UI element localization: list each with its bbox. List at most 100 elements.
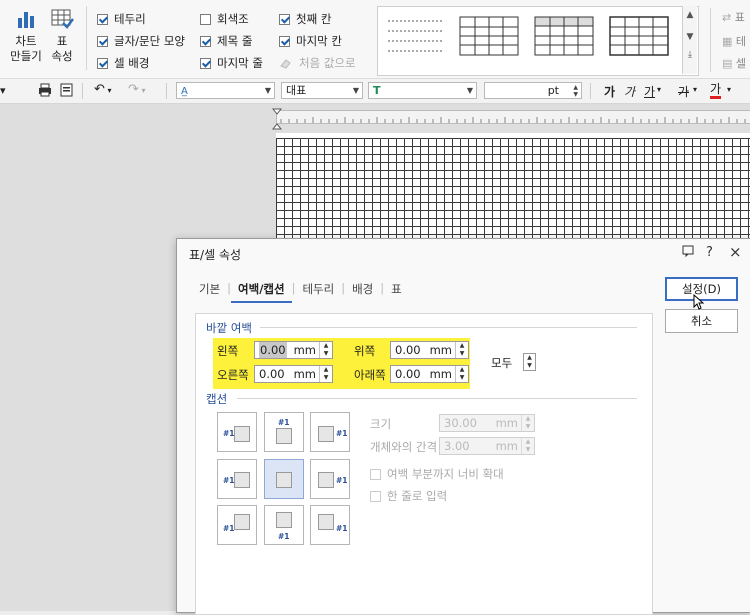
caption-pos-right[interactable]: #1	[310, 459, 350, 499]
caption-gap-input[interactable]: 3.00 mm ▲ ▼	[439, 437, 535, 455]
right-margin-input[interactable]: 0.00 mm ▲ ▼	[254, 365, 333, 383]
cell-background-checkbox[interactable]: 셀 배경	[97, 55, 149, 71]
caption-pos-top-right[interactable]: #1	[310, 412, 350, 452]
table-grid[interactable]	[276, 138, 750, 243]
spin-arrows-icon[interactable]: ▲ ▼	[455, 366, 468, 382]
table-props-button[interactable]: 표 속성	[48, 8, 76, 64]
top-margin-input[interactable]: 0.00 mm ▲ ▼	[390, 341, 469, 359]
caption-pos-box	[318, 426, 334, 442]
caption-pos-bottom-right[interactable]: #1	[310, 505, 350, 545]
bottom-margin-input[interactable]: 0.00 mm ▲ ▼	[390, 365, 469, 383]
ribbon-right-label: 셀	[735, 57, 747, 70]
checkbox-label: 글자/문단 모양	[114, 34, 186, 48]
font-face-select[interactable]: T ▼	[368, 82, 477, 99]
font-type-icon: T	[373, 84, 381, 97]
ribbon-divider	[710, 8, 711, 72]
checkbox-box	[370, 490, 381, 502]
checkbox-box	[370, 468, 381, 480]
last-row-checkbox[interactable]: 마지막 줄	[200, 55, 263, 71]
caption-pos-box	[318, 472, 334, 488]
toolbar-divider	[590, 83, 591, 99]
spin-arrows-icon[interactable]: ▲ ▼	[524, 354, 535, 370]
font-size-unit: pt	[547, 84, 559, 97]
ribbon-right-item-1[interactable]: ▦ 테	[722, 33, 746, 49]
spin-icon[interactable]: ▲ ▼	[573, 84, 578, 98]
first-col-checkbox[interactable]: 첫째 칸	[279, 11, 331, 27]
table-style-bold[interactable]	[608, 15, 670, 57]
caption-expand-checkbox[interactable]: 여백 부분까지 너비 확대	[370, 466, 504, 482]
chevron-down-icon[interactable]: ▾	[693, 85, 697, 94]
caption-pos-bottom-left[interactable]: #1	[217, 505, 257, 545]
chevron-down-icon[interactable]: ▾	[727, 85, 731, 94]
checkbox-label: 셀 배경	[114, 56, 150, 70]
gallery-more-icon[interactable]: ⤓	[683, 50, 697, 60]
indent-marker-icon[interactable]	[271, 108, 283, 133]
underline-button[interactable]: 가	[644, 83, 655, 100]
last-col-checkbox[interactable]: 마지막 칸	[279, 33, 342, 49]
caption-oneline-checkbox[interactable]: 한 줄로 입력	[370, 488, 447, 504]
font-color-button[interactable]: 가	[710, 82, 722, 99]
tab-background[interactable]: 배경	[345, 281, 380, 303]
left-margin-input[interactable]: 0.00 mm ▲ ▼	[254, 341, 333, 359]
caption-pos-bottom[interactable]: #1	[264, 505, 304, 545]
caption-size-input[interactable]: 30.00 mm ▲ ▼	[439, 414, 535, 432]
format-toolbar: ▾ ↶ ▾ ↷ ▾ A̲ ▼ 대표 ▼ T ▼ pt ▲ ▼ 가 가 가 ▾ 가 ▾ …	[0, 79, 750, 104]
close-icon[interactable]: ×	[729, 243, 742, 261]
outer-margin-title: 바깥 여백	[206, 321, 252, 335]
cancel-button[interactable]: 취소	[665, 309, 738, 333]
spin-arrows-icon[interactable]: ▲ ▼	[319, 342, 332, 358]
table-style-header[interactable]	[533, 15, 595, 57]
tab-border[interactable]: 테두리	[295, 281, 341, 303]
tab-basic[interactable]: 기본	[199, 281, 227, 303]
spin-arrows-icon[interactable]: ▲ ▼	[455, 342, 468, 358]
caption-pos-top[interactable]: #1	[264, 412, 304, 452]
font-lang-select[interactable]: 대표 ▼	[281, 82, 363, 99]
undo-icon[interactable]: ↶ ▾	[94, 82, 111, 97]
spin-arrows-icon[interactable]: ▲ ▼	[521, 415, 534, 431]
caption-size-value: 30.00	[444, 416, 477, 430]
chevron-down-icon: ▼	[352, 86, 359, 95]
caption-pos-top-left[interactable]: #1	[217, 412, 257, 452]
checkbox-box	[200, 35, 211, 47]
help-icon[interactable]: ?	[706, 245, 713, 260]
bold-button[interactable]: 가	[604, 83, 615, 100]
gallery-down-icon[interactable]: ▼	[683, 32, 697, 42]
caption-pos-left[interactable]: #1	[217, 459, 257, 499]
ribbon-divider	[86, 6, 87, 70]
preview-icon[interactable]	[60, 83, 73, 100]
spin-arrows-icon[interactable]: ▲ ▼	[319, 366, 332, 382]
chevron-down-icon[interactable]: ▾	[657, 85, 661, 94]
tab-table[interactable]: 표	[384, 281, 409, 303]
border-checkbox[interactable]: 테두리	[97, 11, 146, 27]
redo-icon[interactable]: ↷ ▾	[128, 82, 145, 97]
font-size-input[interactable]: pt ▲ ▼	[484, 82, 582, 99]
grayscale-checkbox[interactable]: 회색조	[200, 11, 249, 27]
italic-button[interactable]: 가	[624, 83, 635, 100]
char-para-shape-checkbox[interactable]: 글자/문단 모양	[97, 33, 185, 49]
reset-default-button[interactable]: 처음 값으로	[279, 55, 356, 71]
print-icon[interactable]	[38, 83, 52, 100]
checkbox-box	[97, 13, 108, 25]
unit-label: mm	[495, 416, 518, 430]
caption-pos-none[interactable]	[264, 459, 304, 499]
table-style-grid[interactable]	[458, 15, 520, 57]
gallery-scroll[interactable]: ▲ ▼ ⤓	[682, 6, 697, 74]
toolbar-dropdown-icon[interactable]: ▾	[0, 84, 6, 97]
all-margins-spin[interactable]: ▲ ▼	[523, 353, 536, 371]
gallery-up-icon[interactable]: ▲	[683, 10, 697, 20]
spin-arrows-icon[interactable]: ▲ ▼	[521, 438, 534, 454]
style-select[interactable]: A̲ ▼	[176, 82, 275, 99]
ribbon-right-item-2[interactable]: ▤ 셀	[722, 55, 746, 71]
horizontal-ruler[interactable]	[276, 110, 750, 124]
ribbon-right-icon: ▤	[722, 57, 736, 70]
tab-margin-caption[interactable]: 여백/캡션	[231, 281, 292, 303]
ribbon-right-item-0[interactable]: ⇄ 표	[722, 9, 745, 25]
checkbox-box	[200, 57, 211, 69]
chat-icon[interactable]	[682, 245, 694, 261]
chart-create-button[interactable]: 차트 만들기	[8, 8, 44, 64]
strike-button[interactable]: 가	[678, 83, 689, 100]
header-row-checkbox[interactable]: 제목 줄	[200, 33, 252, 49]
caption-pos-box	[276, 472, 292, 488]
table-style-plain[interactable]	[384, 15, 446, 57]
document-page[interactable]	[276, 133, 750, 243]
